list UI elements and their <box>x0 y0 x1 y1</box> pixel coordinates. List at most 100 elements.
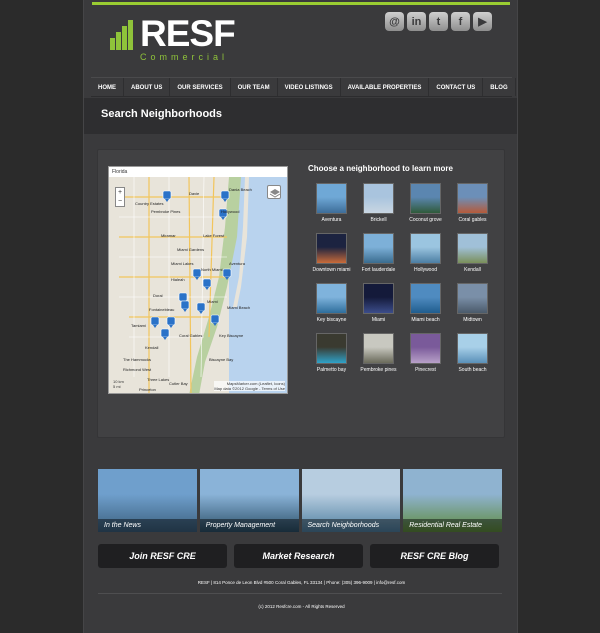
neighborhood-label: Pinecrest <box>415 367 436 373</box>
map-attribution: MapsMarker.com (Leaflet, Icons) Map data… <box>214 381 285 391</box>
twitter-icon[interactable]: t <box>429 12 448 31</box>
map-place-label: Pembroke Pines <box>151 209 180 214</box>
neighborhood-coconut-grove[interactable]: Coconut grove <box>402 183 449 227</box>
neighborhood-label: Hollywood <box>413 267 438 273</box>
map-place-label: Kendall <box>145 345 158 350</box>
neighborhood-thumbnail[interactable] <box>316 333 347 364</box>
nav-item-our-services[interactable]: OUR SERVICES <box>170 78 231 96</box>
promo-tile-search-neighborhoods[interactable]: Search Neighborhoods <box>301 469 401 532</box>
youtube-icon[interactable]: ▶ <box>473 12 492 31</box>
map-place-label: Miami Gardens <box>177 247 204 252</box>
map-canvas[interactable]: Country Estates Davie Dania Beach Pembroke … <box>109 177 288 394</box>
promo-tile-in-the-news[interactable]: In the News <box>98 469 197 532</box>
neighborhood-map[interactable]: Florida Country Estates Davie Dania Beach P… <box>108 166 288 394</box>
neighborhood-downtown-miami[interactable]: Downtown miami <box>308 233 355 277</box>
neighborhood-palmetto-bay[interactable]: Palmetto bay <box>308 333 355 377</box>
map-data-credit: Map data ©2012 Google - Terms of Use <box>214 386 285 391</box>
map-place-label: Hialeah <box>171 277 185 282</box>
map-place-label: Lake Forest <box>203 233 225 238</box>
promo-tile-property-management[interactable]: Property Management <box>199 469 299 532</box>
neighborhood-label: Fort lauderdale <box>361 267 396 273</box>
footer-address: RESF | 814 Ponce de Leon Blvd #500 Coral… <box>197 580 406 585</box>
neighborhood-south-beach[interactable]: South beach <box>449 333 496 377</box>
neighborhood-label: Midtown <box>463 317 482 323</box>
neighborhood-thumbnail[interactable] <box>363 333 394 364</box>
nav-item-home[interactable]: HOME <box>91 78 124 96</box>
neighborhood-thumbnail[interactable] <box>457 183 488 214</box>
nav-item-video-listings[interactable]: VIDEO LISTINGS <box>278 78 341 96</box>
neighborhood-key-biscayne[interactable]: Key biscayne <box>308 283 355 327</box>
neighborhood-thumbnail[interactable] <box>316 233 347 264</box>
map-place-label: Country Estates <box>135 201 163 206</box>
neighborhood-midtown[interactable]: Midtown <box>449 283 496 327</box>
map-place-label: Miramar <box>161 233 176 238</box>
neighborhood-thumbnail[interactable] <box>457 233 488 264</box>
neighborhood-miami[interactable]: Miami <box>355 283 402 327</box>
nav-item-blog[interactable]: BLOG <box>483 78 516 96</box>
neighborhood-thumbnail[interactable] <box>316 183 347 214</box>
promo-tile-label: Property Management <box>199 519 299 532</box>
neighborhood-label: Downtown miami <box>312 267 351 273</box>
neighborhood-label: South beach <box>458 367 487 373</box>
neighborhood-label: Palmetto bay <box>316 367 347 373</box>
map-place-label: Hollywood <box>221 209 239 214</box>
social-links: @ in t f ▶ <box>385 12 492 31</box>
neighborhood-thumbnail[interactable] <box>363 233 394 264</box>
neighborhood-pembroke-pines[interactable]: Pembroke pines <box>355 333 402 377</box>
nav-item-our-team[interactable]: OUR TEAM <box>231 78 278 96</box>
map-place-label: Fontainebleau <box>149 307 174 312</box>
footer-copyright: (c) 2012 Resfcre.com - All Rights Reserv… <box>258 604 345 609</box>
main-nav: HOME ABOUT US OUR SERVICES OUR TEAM VIDEO LI… <box>91 77 516 97</box>
promo-tiles: In the News Property Management Search Nei… <box>98 469 502 532</box>
neighborhood-hollywood[interactable]: Hollywood <box>402 233 449 277</box>
map-place-label: Miami Beach <box>227 305 250 310</box>
cta-market-research-button[interactable]: Market Research <box>234 544 363 568</box>
neighborhood-thumbnail[interactable] <box>457 333 488 364</box>
map-place-label: Coral Gables <box>179 333 202 338</box>
neighborhood-thumbnail[interactable] <box>410 233 441 264</box>
neighborhood-label: Coconut grove <box>409 217 442 223</box>
neighborhood-fort-lauderdale[interactable]: Fort lauderdale <box>355 233 402 277</box>
map-place-label: Key Biscayne <box>219 333 244 338</box>
footer-divider <box>98 593 502 594</box>
zoom-out-button[interactable]: − <box>116 197 124 206</box>
cta-resf-cre-blog-button[interactable]: RESF CRE Blog <box>370 544 499 568</box>
map-place-label: Biscayne Bay <box>209 357 233 362</box>
neighborhood-label: Brickell <box>370 217 387 223</box>
neighborhood-thumbnail[interactable] <box>410 283 441 314</box>
neighborhood-thumbnail[interactable] <box>363 283 394 314</box>
neighborhood-thumbnail[interactable] <box>457 283 488 314</box>
neighborhood-label: Aventura <box>321 217 342 223</box>
map-place-label: Three Lakes <box>147 377 169 382</box>
neighborhood-thumbnail[interactable] <box>410 333 441 364</box>
linkedin-icon[interactable]: in <box>407 12 426 31</box>
facebook-icon[interactable]: f <box>451 12 470 31</box>
logo-subtitle: Commercial <box>140 52 229 62</box>
neighborhood-kendall[interactable]: Kendall <box>449 233 496 277</box>
cta-join-resf-cre-button[interactable]: Join RESF CRE <box>98 544 227 568</box>
title-bar: Search Neighborhoods <box>84 98 517 134</box>
promo-tile-residential-real-estate[interactable]: Residential Real Estate <box>403 469 502 532</box>
map-header: Florida <box>109 167 287 177</box>
neighborhood-thumbnail[interactable] <box>316 283 347 314</box>
neighborhood-brickell[interactable]: Brickell <box>355 183 402 227</box>
neighborhood-miami-beach[interactable]: Miami beach <box>402 283 449 327</box>
neighborhood-thumbnail[interactable] <box>363 183 394 214</box>
nav-item-available-properties[interactable]: AVAILABLE PROPERTIES <box>341 78 430 96</box>
layers-icon[interactable] <box>267 185 281 199</box>
neighborhood-coral-gables[interactable]: Coral gables <box>449 183 496 227</box>
email-icon[interactable]: @ <box>385 12 404 31</box>
nav-item-about-us[interactable]: ABOUT US <box>124 78 171 96</box>
neighborhood-pinecrest[interactable]: Pinecrest <box>402 333 449 377</box>
map-place-label: Richmond West <box>123 367 152 372</box>
zoom-in-button[interactable]: + <box>116 188 124 197</box>
neighborhood-aventura[interactable]: Aventura <box>308 183 355 227</box>
neighborhood-thumbnail[interactable] <box>410 183 441 214</box>
nav-item-contact-us[interactable]: CONTACT US <box>429 78 484 96</box>
promo-tile-label: In the News <box>98 519 197 532</box>
map-place-label: Miami <box>207 299 218 304</box>
neighborhood-label: Coral gables <box>458 217 487 223</box>
logo[interactable]: RESF Commercial <box>110 14 236 64</box>
promo-tile-label: Residential Real Estate <box>403 519 502 532</box>
logo-text: RESF <box>140 13 236 54</box>
